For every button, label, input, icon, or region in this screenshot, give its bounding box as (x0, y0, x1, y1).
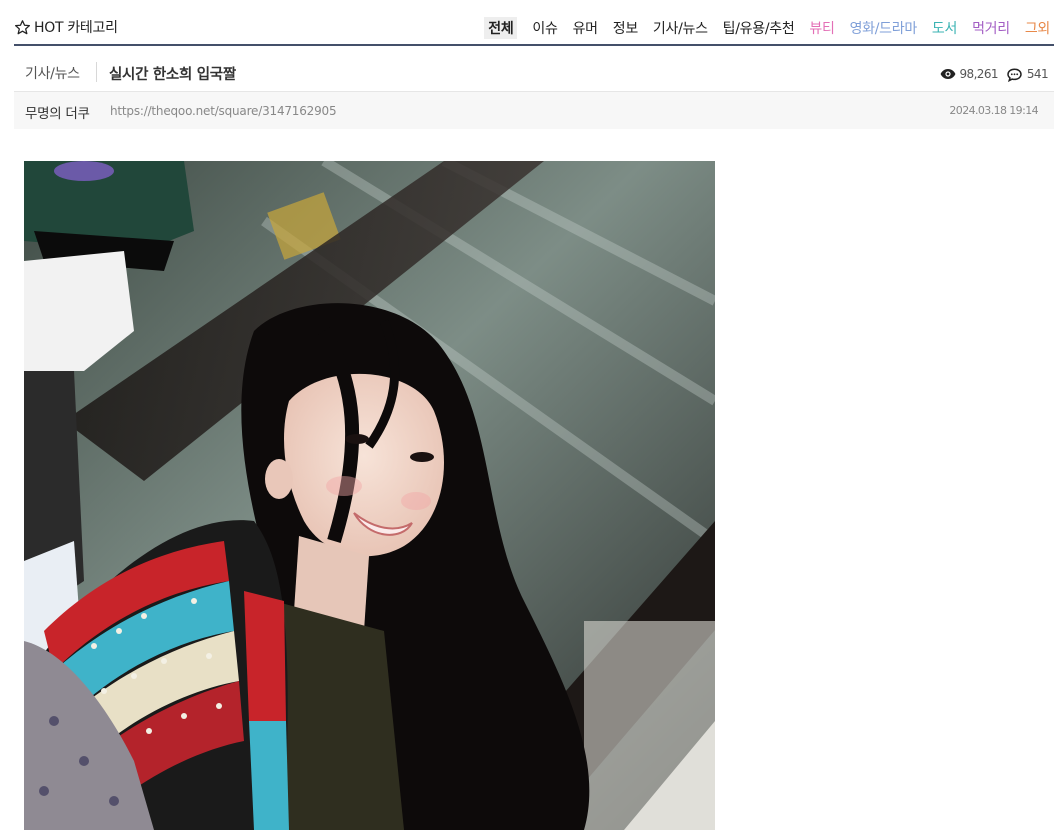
category-tabs: 전체 이슈 유머 정보 기사/뉴스 팁/유용/추천 뷰티 영화/드라마 도서 먹거리 그외 (474, 17, 1050, 39)
speech-bubble-icon (1007, 68, 1023, 83)
hot-category-title[interactable]: HOT 카테고리 (14, 17, 118, 37)
post-title: 실시간 한소희 입국짤 (109, 67, 236, 83)
author-name: 무명의 더쿠 (25, 106, 90, 122)
category-tab-10[interactable]: 그외 (1025, 18, 1050, 38)
view-count: 98,261 (959, 67, 999, 81)
post-stats: 98,261 541 (940, 67, 1049, 83)
post-date: 2024.03.18 19:14 (949, 104, 1038, 117)
category-tab-5[interactable]: 팁/유용/추천 (723, 18, 795, 38)
hot-category-bar: HOT 카테고리 전체 이슈 유머 정보 기사/뉴스 팁/유용/추천 뷰티 영화/드라마 도서 먹… (14, 0, 1054, 46)
category-tab-1[interactable]: 이슈 (532, 18, 557, 38)
eye-icon (940, 68, 956, 80)
board-link[interactable]: 기사/뉴스 (25, 63, 80, 83)
comment-count: 541 (1026, 67, 1049, 81)
category-tab-2[interactable]: 유머 (573, 18, 598, 38)
category-tab-4[interactable]: 기사/뉴스 (653, 18, 708, 38)
category-tab-0[interactable]: 전체 (484, 17, 518, 39)
post-photo (24, 161, 715, 830)
hot-category-label: HOT 카테고리 (34, 20, 118, 36)
post-meta-row: 무명의 더쿠 https://theqoo.net/square/3147162… (14, 92, 1054, 129)
category-tab-3[interactable]: 정보 (613, 18, 638, 38)
post-url-link[interactable]: https://theqoo.net/square/3147162905 (110, 104, 337, 118)
category-tab-7[interactable]: 영화/드라마 (850, 18, 918, 38)
category-tab-9[interactable]: 먹거리 (972, 18, 1010, 38)
post-title-row: 기사/뉴스 실시간 한소희 입국짤 98,261 541 (14, 52, 1054, 92)
category-tab-8[interactable]: 도서 (932, 18, 957, 38)
star-outline-icon (14, 19, 31, 36)
title-divider (96, 62, 97, 82)
category-tab-6[interactable]: 뷰티 (809, 18, 834, 38)
